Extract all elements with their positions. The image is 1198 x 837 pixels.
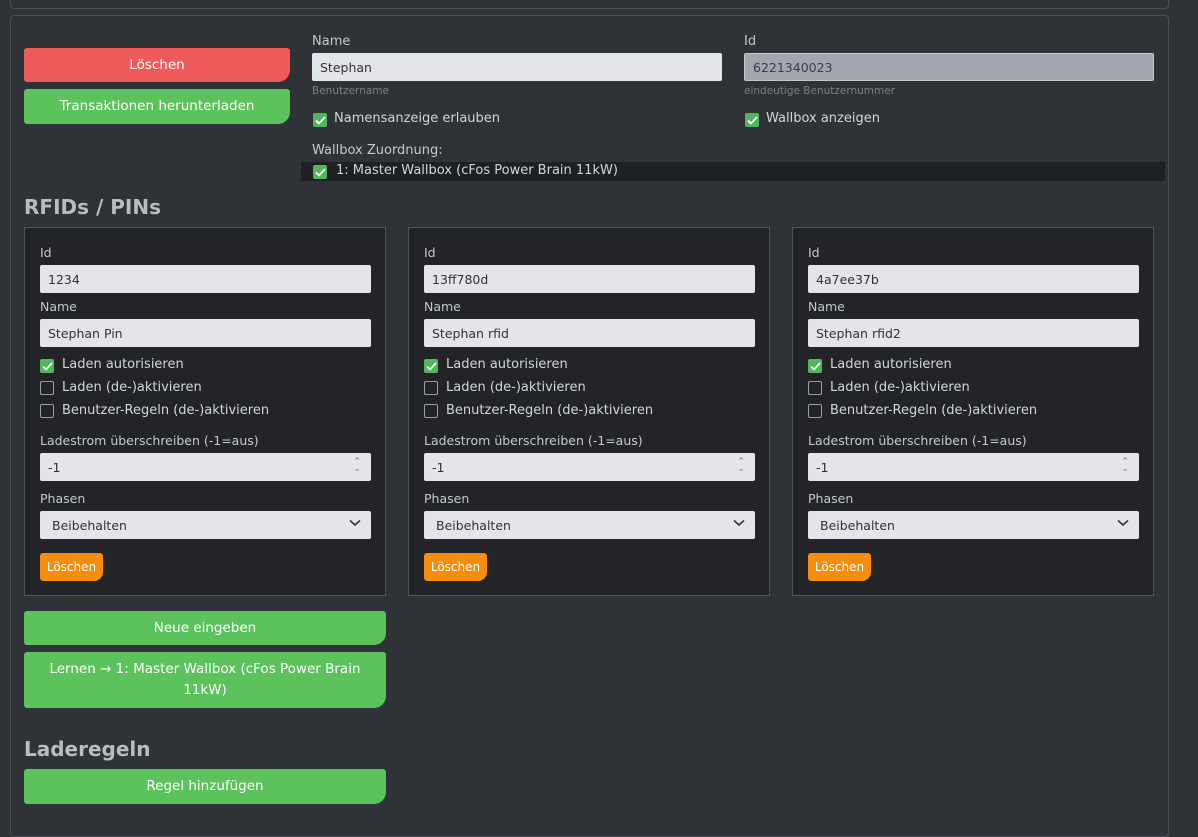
- phases-select[interactable]: Beibehalten: [424, 511, 755, 539]
- rules-toggle-checkbox[interactable]: [40, 404, 54, 418]
- rfid-name-label: Name: [40, 299, 77, 314]
- rfid-card: Id 13ff780d Name Stephan rfid Laden auto…: [408, 227, 770, 596]
- current-override-stepper[interactable]: -1 ⌃ ⌄: [424, 453, 755, 481]
- rfid-card: Id 1234 Name Stephan Pin Laden autorisie…: [24, 227, 386, 596]
- checkmark-icon: [809, 361, 821, 371]
- learn-rfid-button-line2: 11kW): [183, 682, 227, 698]
- new-rfid-button[interactable]: Neue eingeben: [24, 611, 386, 645]
- learn-rfid-button-line1: Lernen → 1: Master Wallbox (cFos Power B…: [49, 661, 361, 677]
- rfid-id-field[interactable]: 13ff780d: [424, 265, 755, 293]
- checkmark-icon: [314, 167, 326, 177]
- charge-toggle-label: Laden (de-)aktivieren: [62, 380, 202, 395]
- checkmark-icon: [746, 115, 758, 125]
- rfid-name-field[interactable]: Stephan Pin: [40, 319, 371, 347]
- current-override-stepper[interactable]: -1 ⌃ ⌄: [40, 453, 371, 481]
- chevron-down-icon: [733, 519, 745, 527]
- id-hint: eindeutige Benutzernummer: [744, 85, 896, 97]
- delete-user-button[interactable]: Löschen: [24, 48, 290, 82]
- name-hint: Benutzername: [312, 85, 389, 97]
- rfid-id-label: Id: [424, 245, 436, 260]
- phases-select[interactable]: Beibehalten: [808, 511, 1139, 539]
- rules-toggle-checkbox[interactable]: [808, 404, 822, 418]
- phases-select[interactable]: Beibehalten: [40, 511, 371, 539]
- spinner-arrows-icon[interactable]: ⌃ ⌄: [353, 458, 361, 474]
- allow-name-checkbox[interactable]: [313, 113, 327, 127]
- current-override-value: -1: [432, 459, 445, 475]
- rfid-card: Id 4a7ee37b Name Stephan rfid2 Laden aut…: [792, 227, 1154, 596]
- name-field[interactable]: Stephan: [312, 53, 722, 81]
- charge-authorize-checkbox[interactable]: [808, 359, 822, 373]
- chevron-down-icon: [1117, 519, 1129, 527]
- rfid-delete-button[interactable]: Löschen: [424, 553, 487, 581]
- current-override-label: Ladestrom überschreiben (-1=aus): [40, 433, 259, 448]
- charge-toggle-checkbox[interactable]: [40, 381, 54, 395]
- rfid-id-label: Id: [40, 245, 52, 260]
- rules-section-title: Laderegeln: [24, 737, 151, 761]
- charge-toggle-checkbox[interactable]: [808, 381, 822, 395]
- charge-authorize-checkbox[interactable]: [424, 359, 438, 373]
- rules-toggle-checkbox[interactable]: [424, 404, 438, 418]
- rules-toggle-label: Benutzer-Regeln (de-)aktivieren: [830, 403, 1038, 418]
- phases-label: Phasen: [808, 491, 854, 506]
- rfid-delete-button[interactable]: Löschen: [40, 553, 103, 581]
- current-override-label: Ladestrom überschreiben (-1=aus): [808, 433, 1027, 448]
- rfid-id-field[interactable]: 1234: [40, 265, 371, 293]
- wallbox-assignment-checkbox[interactable]: [313, 165, 327, 179]
- current-override-label: Ladestrom überschreiben (-1=aus): [424, 433, 643, 448]
- current-override-stepper[interactable]: -1 ⌃ ⌄: [808, 453, 1139, 481]
- name-label: Name: [312, 34, 351, 49]
- allow-name-label: Namensanzeige erlauben: [334, 111, 501, 126]
- charge-authorize-label: Laden autorisieren: [62, 357, 184, 372]
- wallbox-assignment-item: 1: Master Wallbox (cFos Power Brain 11kW…: [336, 163, 618, 178]
- charge-toggle-label: Laden (de-)aktivieren: [446, 380, 586, 395]
- rules-toggle-label: Benutzer-Regeln (de-)aktivieren: [446, 403, 654, 418]
- charge-authorize-label: Laden autorisieren: [830, 357, 952, 372]
- rfid-id-label: Id: [808, 245, 820, 260]
- phases-value: Beibehalten: [820, 517, 895, 533]
- download-transactions-button[interactable]: Transaktionen herunterladen: [24, 89, 290, 124]
- charge-toggle-label: Laden (de-)aktivieren: [830, 380, 970, 395]
- charge-toggle-checkbox[interactable]: [424, 381, 438, 395]
- chevron-down-icon: [349, 519, 361, 527]
- checkmark-icon: [41, 361, 53, 371]
- add-rule-button[interactable]: Regel hinzufügen: [24, 769, 386, 804]
- learn-rfid-button[interactable]: Lernen → 1: Master Wallbox (cFos Power B…: [24, 652, 386, 708]
- charge-authorize-label: Laden autorisieren: [446, 357, 568, 372]
- phases-value: Beibehalten: [436, 517, 511, 533]
- phases-label: Phasen: [40, 491, 86, 506]
- checkmark-icon: [425, 361, 437, 371]
- phases-value: Beibehalten: [52, 517, 127, 533]
- previous-panel-edge: [10, 0, 1169, 9]
- rfid-name-label: Name: [808, 299, 845, 314]
- current-override-value: -1: [816, 459, 829, 475]
- spinner-arrows-icon[interactable]: ⌃ ⌄: [737, 458, 745, 474]
- rfid-id-field[interactable]: 4a7ee37b: [808, 265, 1139, 293]
- rfid-name-field[interactable]: Stephan rfid2: [808, 319, 1139, 347]
- current-override-value: -1: [48, 459, 61, 475]
- wallbox-assignment-label: Wallbox Zuordnung:: [312, 143, 443, 158]
- rules-toggle-label: Benutzer-Regeln (de-)aktivieren: [62, 403, 270, 418]
- checkmark-icon: [314, 115, 326, 125]
- id-label: Id: [744, 34, 757, 49]
- show-wallbox-label: Wallbox anzeigen: [766, 111, 880, 126]
- rfids-section-title: RFIDs / PINs: [24, 195, 161, 219]
- rfid-name-label: Name: [424, 299, 461, 314]
- rfid-name-field[interactable]: Stephan rfid: [424, 319, 755, 347]
- id-field: 6221340023: [744, 53, 1154, 81]
- phases-label: Phasen: [424, 491, 470, 506]
- show-wallbox-checkbox[interactable]: [745, 113, 759, 127]
- spinner-arrows-icon[interactable]: ⌃ ⌄: [1121, 458, 1129, 474]
- charge-authorize-checkbox[interactable]: [40, 359, 54, 373]
- rfid-delete-button[interactable]: Löschen: [808, 553, 871, 581]
